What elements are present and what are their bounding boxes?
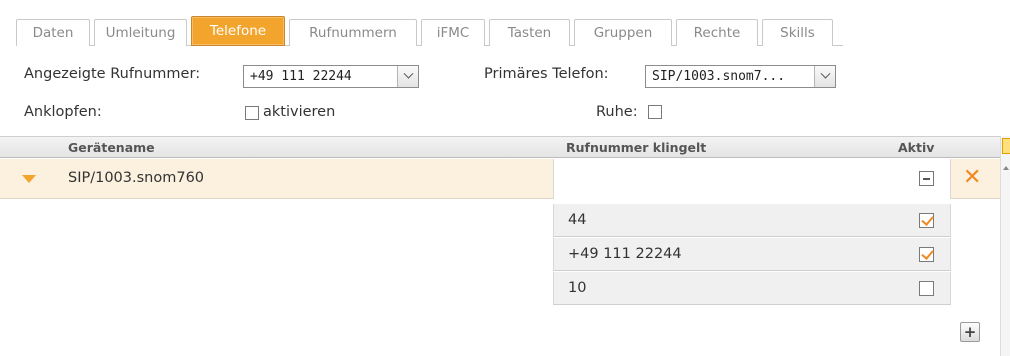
expand-arrow-icon[interactable] [22,175,36,183]
close-icon[interactable]: ✕ [963,164,981,192]
col-active[interactable]: Aktiv [898,140,934,155]
number-row: 10 [553,272,951,305]
number-row: 44 [553,204,951,237]
primary-phone-label: Primäres Telefon: [484,66,609,82]
primary-phone-select[interactable]: SIP/1003.snom7... [645,65,836,88]
tab-rufnummern[interactable]: Rufnummern [289,19,417,46]
displayed-number-dropdown-button[interactable] [397,66,418,87]
vertical-scrollbar[interactable] [1000,136,1010,356]
chevron-down-icon [820,68,830,79]
number-active-checkbox[interactable] [919,247,934,262]
call-waiting-label: Anklopfen: [24,104,102,120]
col-device-name[interactable]: Gerätename [68,140,155,155]
primary-phone-dropdown-button[interactable] [814,66,835,87]
tab-skills[interactable]: Skills [762,19,833,46]
tab-daten[interactable]: Daten [16,19,90,46]
number-value: +49 111 22244 [568,246,682,262]
call-waiting-option-label: aktivieren [263,104,336,120]
device-name: SIP/1003.snom760 [68,170,205,186]
displayed-number-value: +49 111 22244 [250,69,352,84]
tab-ifmc[interactable]: iFMC [421,19,485,46]
scroll-up-icon[interactable] [1003,166,1009,170]
number-active-checkbox[interactable] [919,281,934,296]
primary-phone-value: SIP/1003.snom7... [652,69,786,84]
dnd-label: Ruhe: [596,104,638,120]
call-waiting-checkbox[interactable] [245,106,259,120]
ringing-cell [553,159,951,199]
plus-icon[interactable]: + [960,322,980,342]
tab-bar: Daten Umleitung Telefone Rufnummern iFMC… [16,16,843,46]
displayed-number-label: Angezeigte Rufnummer: [24,66,201,82]
table-row[interactable]: SIP/1003.snom760 ✕ [0,159,1000,199]
number-row: +49 111 22244 [553,238,951,271]
table-header: Gerätename Rufnummer klingelt Aktiv [0,136,1000,158]
number-value: 10 [568,280,587,296]
info-icon[interactable] [1002,138,1010,154]
dnd-checkbox[interactable] [648,105,662,119]
tab-tasten[interactable]: Tasten [489,19,570,46]
chevron-down-icon [403,68,413,79]
tab-gruppen[interactable]: Gruppen [574,19,672,46]
displayed-number-select[interactable]: +49 111 22244 [243,65,419,88]
tab-telefone[interactable]: Telefone [191,16,285,46]
tab-umleitung[interactable]: Umleitung [94,19,187,46]
col-number-ringing[interactable]: Rufnummer klingelt [566,140,706,155]
number-value: 44 [568,212,587,228]
minus-icon[interactable] [919,171,934,186]
tab-rechte[interactable]: Rechte [676,19,758,46]
number-active-checkbox[interactable] [919,213,934,228]
